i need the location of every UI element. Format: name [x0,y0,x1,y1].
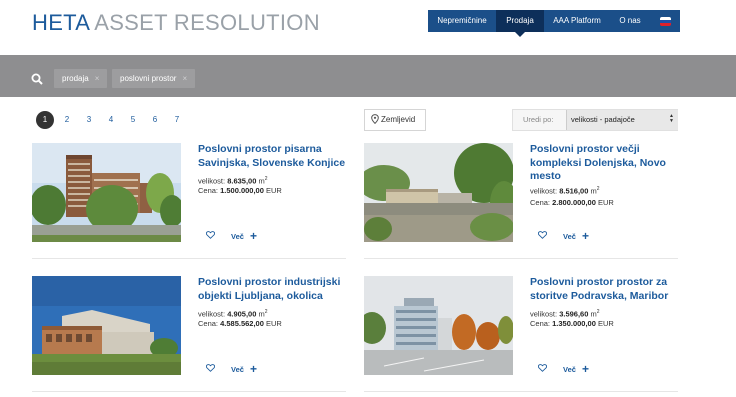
listing-title[interactable]: Poslovni prostor pisarna Savinjska, Slov… [198,143,348,170]
more-label: Več [231,365,244,374]
plus-icon: + [249,362,257,376]
more-label: Več [563,232,576,241]
filter-chip-label: poslovni prostor [120,74,177,83]
listing-title[interactable]: Poslovni prostor industrijski objekti Lj… [198,276,348,303]
size-unit-exponent: 2 [264,309,268,315]
map-button[interactable]: Zemljevid [364,109,426,131]
logo-bold-text: HETA [32,10,90,35]
listing-price: Cena: 1.500.000,00 EUR [198,186,282,195]
price-value: 1.500.000,00 [220,186,264,195]
favorite-heart-icon[interactable] [538,231,547,239]
listing-photo-industrial-yard[interactable] [364,143,513,242]
listing-size: velikost: 8.635,00 m2 [198,176,268,186]
listing-size: velikost: 4.905,00 m2 [198,309,268,319]
plus-icon: + [581,229,589,243]
favorite-heart-icon[interactable] [206,231,215,239]
size-label: velikost: [530,186,558,196]
plus-icon: + [249,229,257,243]
page-5[interactable]: 5 [124,111,142,129]
divider [364,258,678,259]
listing-price: Cena: 4.585.562,00 EUR [198,319,282,328]
size-value: 4.905,00 [227,309,257,319]
size-label: velikost: [198,309,226,319]
page-1[interactable]: 1 [36,111,54,129]
price-label: Cena: [198,319,219,328]
language-switch[interactable] [650,10,680,32]
size-unit-exponent: 2 [596,186,600,192]
more-button[interactable]: Več + [231,229,257,243]
favorite-heart-icon[interactable] [206,364,215,372]
price-currency: EUR [598,319,614,328]
price-value: 4.585.562,00 [220,319,264,328]
listing-price: Cena: 2.800.000,00 EUR [530,198,614,207]
more-button[interactable]: Več + [231,362,257,376]
sort-selected-value: velikosti - padajoče [571,115,635,124]
sort-select[interactable]: velikosti - padajoče ▲ ▼ [566,110,678,130]
map-pin-icon [371,114,379,125]
more-label: Več [231,232,244,241]
divider [32,258,346,259]
price-value: 2.800.000,00 [552,198,596,207]
page-6[interactable]: 6 [146,111,164,129]
size-label: velikost: [198,176,226,186]
pagination: 1 2 3 4 5 6 7 [36,111,190,129]
size-unit-exponent: 2 [596,309,600,315]
listing-card: Poslovni prostor večji kompleksi Dolenjs… [364,143,680,259]
filter-chip-poslovni-prostor[interactable]: poslovni prostor × [112,69,196,88]
price-label: Cena: [198,186,219,195]
filter-bar [0,55,736,97]
nav-item-prodaja[interactable]: Prodaja [496,10,544,37]
favorite-heart-icon[interactable] [538,364,547,372]
slovenia-flag-icon [659,16,671,26]
nav-item-o-nas[interactable]: O nas [610,10,650,32]
main-nav: Nepremičnine Prodaja AAA Platform O nas [428,10,680,37]
size-value: 8.516,00 [559,186,589,196]
more-button[interactable]: Več + [563,229,589,243]
more-label: Več [563,365,576,374]
listing-photo-glass-building[interactable] [364,276,513,375]
size-unit-exponent: 2 [264,176,268,182]
listing-title[interactable]: Poslovni prostor večji kompleksi Dolenjs… [530,143,680,184]
listing-size: velikost: 8.516,00 m2 [530,186,600,196]
listing-title[interactable]: Poslovni prostor prostor za storitve Pod… [530,276,680,303]
map-button-label: Zemljevid [381,115,416,124]
price-currency: EUR [598,198,614,207]
listing-card: Poslovni prostor industrijski objekti Lj… [32,276,348,392]
sort-control: Uredi po: velikosti - padajoče ▲ ▼ [512,109,678,131]
size-value: 3.596,60 [559,309,589,319]
size-label: velikost: [530,309,558,319]
listing-photo-industrial-hall[interactable] [32,276,181,375]
site-logo[interactable]: HETA ASSET RESOLUTION [32,10,320,36]
nav-item-aaa-platform[interactable]: AAA Platform [544,10,610,32]
plus-icon: + [581,362,589,376]
remove-chip-icon[interactable]: × [182,74,187,83]
listing-price: Cena: 1.350.000,00 EUR [530,319,614,328]
price-currency: EUR [266,186,282,195]
page-4[interactable]: 4 [102,111,120,129]
price-value: 1.350.000,00 [552,319,596,328]
sort-label: Uredi po: [523,115,554,124]
search-icon[interactable] [31,73,43,85]
nav-item-nepremicnine[interactable]: Nepremičnine [428,10,496,32]
page-2[interactable]: 2 [58,111,76,129]
filter-chip-label: prodaja [62,74,89,83]
listing-card: Poslovni prostor prostor za storitve Pod… [364,276,680,392]
price-currency: EUR [266,319,282,328]
page-3[interactable]: 3 [80,111,98,129]
select-arrows-icon: ▲ ▼ [669,113,674,124]
more-button[interactable]: Več + [563,362,589,376]
price-label: Cena: [530,198,551,207]
price-label: Cena: [530,319,551,328]
listing-card: Poslovni prostor pisarna Savinjska, Slov… [32,143,348,259]
listing-photo-office-tower[interactable] [32,143,181,242]
size-value: 8.635,00 [227,176,257,186]
listing-size: velikost: 3.596,60 m2 [530,309,600,319]
divider [364,391,678,392]
logo-light-text: ASSET RESOLUTION [94,10,320,35]
filter-chip-prodaja[interactable]: prodaja × [54,69,108,88]
divider [32,391,346,392]
remove-chip-icon[interactable]: × [95,74,100,83]
page-7[interactable]: 7 [168,111,186,129]
